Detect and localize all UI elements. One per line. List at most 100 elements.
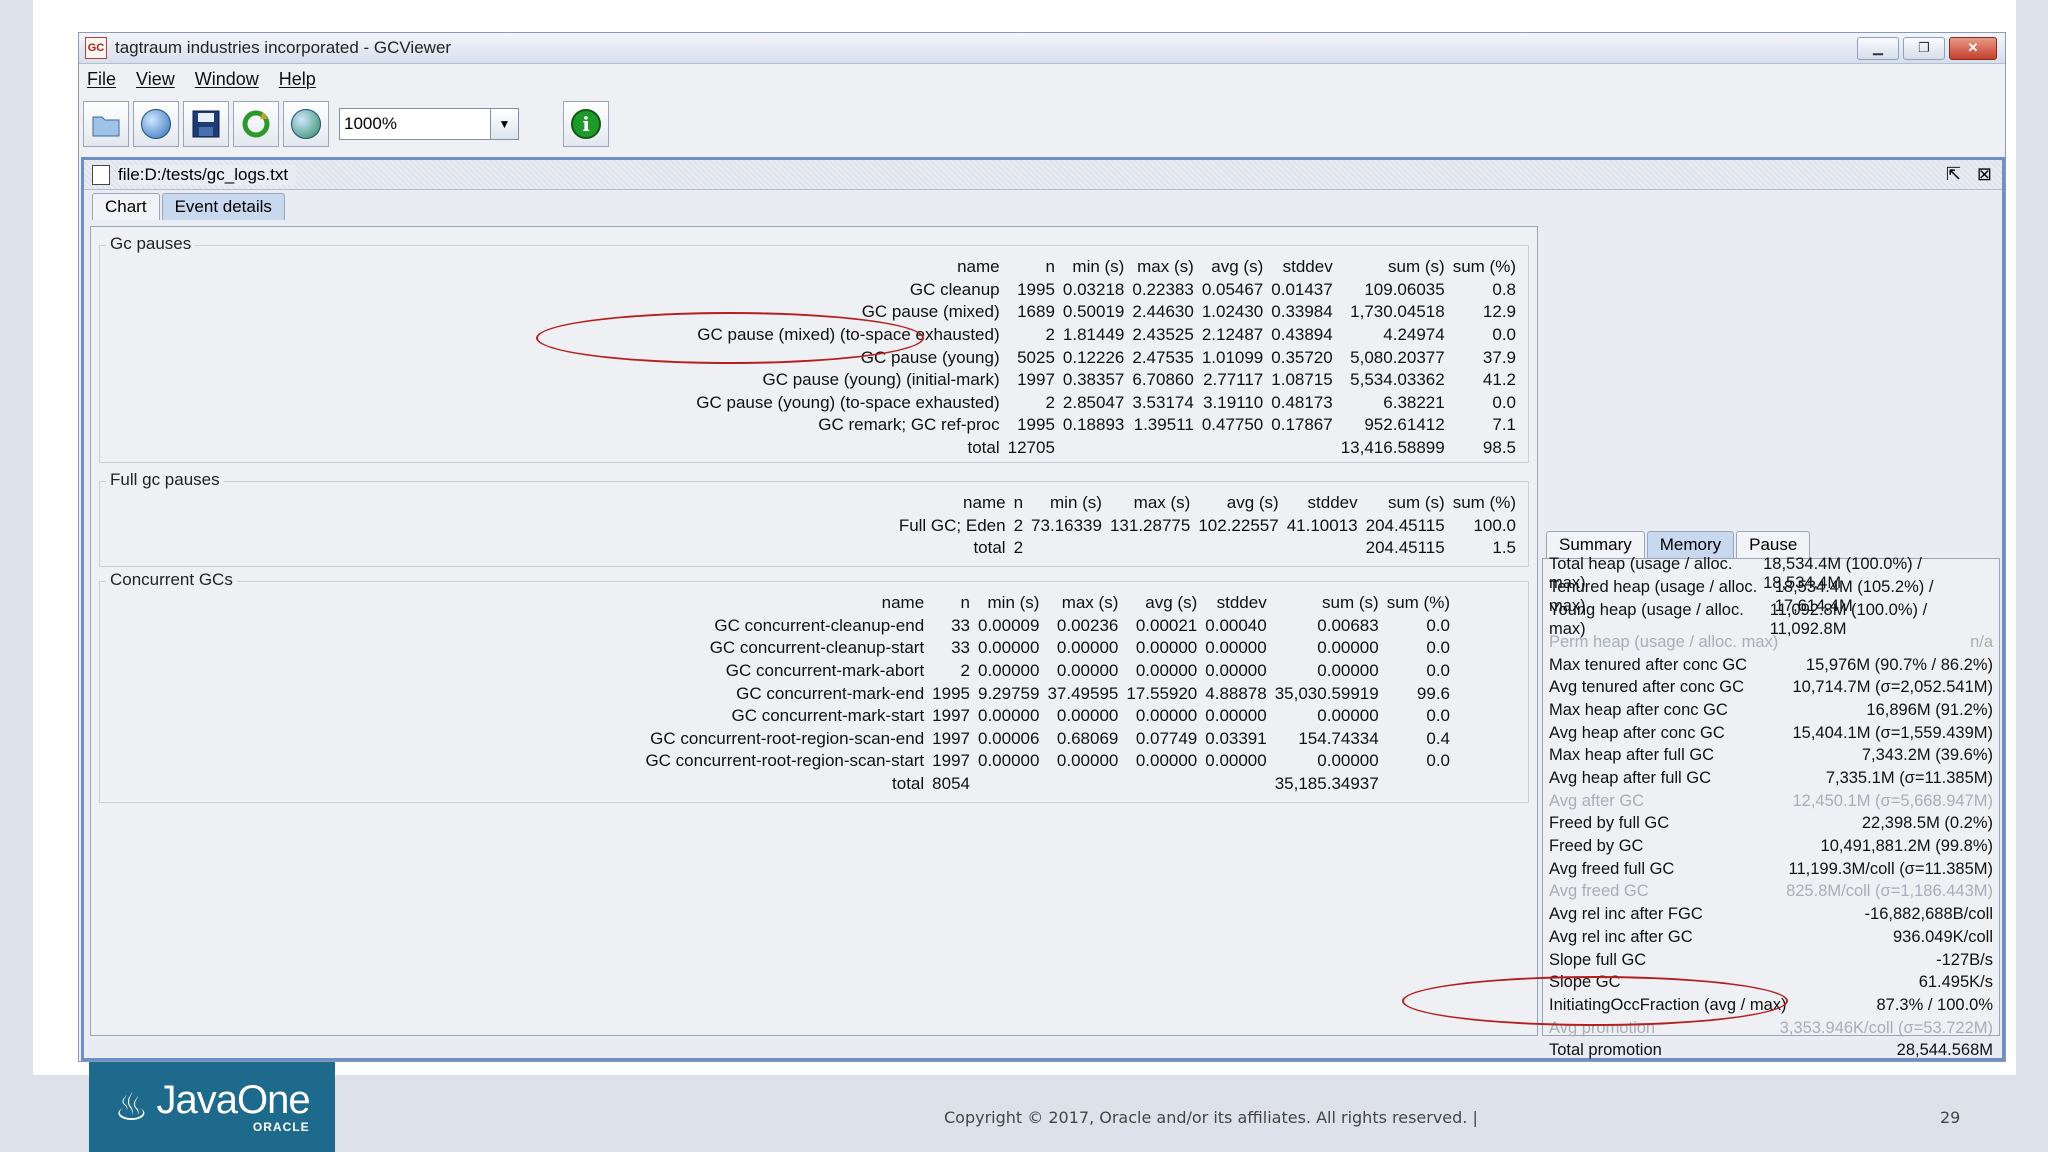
table-cell: 0.00000 [1317, 661, 1379, 681]
concurrent-gcs-title: Concurrent GCs [106, 570, 237, 590]
memory-stat-value: 16,896M (91.2%) [1866, 700, 1993, 719]
table-row: GC pause (young) (initial-mark) 1997 0.383… [692, 369, 1520, 392]
table-cell: GC concurrent-root-region-scan-end [650, 728, 925, 748]
close-document-icon[interactable]: ⊠ [1977, 164, 1992, 185]
column-header: n [960, 593, 970, 613]
menu-help[interactable]: Help [279, 69, 316, 90]
memory-stat-label: Perm heap (usage / alloc. max) [1549, 632, 1779, 651]
table-cell: 2.44630 [1132, 302, 1194, 322]
table-cell: total [973, 538, 1006, 558]
memory-stat-value: 3,353.946K/coll (σ=53.722M) [1779, 1018, 1993, 1037]
table-cell: 33 [951, 638, 970, 658]
table-cell: 0.48173 [1271, 392, 1333, 412]
memory-stat-value: 11,199.3M/coll (σ=11.385M) [1788, 859, 1993, 878]
open-folder-icon [92, 116, 120, 137]
full-gc-pauses-table: name n min (s) max (s) avg (s) stddev sum (s) s… [895, 492, 1520, 560]
tab-memory[interactable]: Memory [1646, 531, 1735, 558]
full-gc-pauses-group: Full gc pauses name n min (s) max (s) avg (s… [99, 470, 1529, 567]
zoom-value: 1000% [344, 114, 397, 133]
table-cell: 0.00000 [1205, 706, 1267, 726]
export-button[interactable] [183, 101, 229, 147]
memory-stat-value: 10,491,881.2M (99.8%) [1820, 837, 1993, 856]
detach-icon[interactable]: ⇱ [1946, 164, 1961, 185]
column-header: stddev [1282, 257, 1333, 277]
table-cell: 37.49595 [1047, 683, 1119, 703]
tab-summary[interactable]: Summary [1546, 531, 1645, 558]
table-cell: 1995 [932, 683, 970, 703]
table-cell: 7.1 [1492, 415, 1516, 435]
zoom-select[interactable]: 1000% ▼ [339, 108, 519, 140]
memory-stat-row: Total promotion 28,544.568M [1549, 1039, 1993, 1062]
logo-subtext: ORACLE [252, 1120, 310, 1134]
restore-button[interactable]: ❐ [1903, 36, 1945, 60]
table-cell: 17.55920 [1126, 683, 1198, 703]
table-cell: 2 [1013, 515, 1024, 535]
memory-stat-row: Freed by GC 10,491,881.2M (99.8%) [1549, 835, 1993, 858]
table-cell: 0.0 [1426, 706, 1450, 726]
table-cell: 5,080.20377 [1350, 347, 1445, 367]
tab-chart[interactable]: Chart [92, 193, 160, 220]
table-cell: 0.47750 [1201, 415, 1264, 435]
table-cell: 1997 [932, 751, 970, 771]
logo-text: JavaOne [156, 1078, 310, 1122]
tab-event-details[interactable]: Event details [161, 193, 285, 220]
table-cell: GC pause (young) (to-space exhausted) [696, 392, 1000, 412]
table-cell: 0.50019 [1062, 302, 1125, 322]
open-file-button[interactable] [83, 101, 129, 147]
memory-stat-value: 825.8M/coll (σ=1,186.443M) [1786, 882, 1993, 901]
table-cell [1043, 773, 1122, 796]
table-cell: 0.00000 [1056, 751, 1119, 771]
memory-stat-row: Max heap after full GC 7,343.2M (39.6%) [1549, 745, 1993, 768]
table-cell: 2.77117 [1203, 370, 1264, 390]
table-cell: 0.00006 [978, 728, 1040, 748]
chevron-down-icon[interactable]: ▼ [490, 109, 518, 139]
minimize-button[interactable]: ▁ [1857, 36, 1899, 60]
full-gc-pauses-title: Full gc pauses [106, 470, 224, 490]
memory-stat-row: Avg freed GC 825.8M/coll (σ=1,186.443M) [1549, 881, 1993, 904]
table-cell: total [967, 438, 1000, 458]
table-cell: 2 [1013, 538, 1024, 558]
table-cell: 0.00000 [1135, 638, 1198, 658]
gc-app-icon: GC [85, 37, 107, 59]
memory-stat-row: Young heap (usage / alloc. max) 11,092.8M… [1549, 601, 1993, 638]
refresh-button[interactable] [233, 101, 279, 147]
table-cell: 0.38357 [1062, 370, 1125, 390]
memory-stat-value: 87.3% / 100.0% [1876, 995, 1994, 1014]
table-cell: 5,534.03362 [1350, 370, 1445, 390]
tab-pause[interactable]: Pause [1736, 531, 1811, 558]
memory-stat-value: -16,882,688B/coll [1864, 905, 1993, 924]
table-cell: 0.00000 [1205, 751, 1267, 771]
table-cell: 4.88878 [1205, 683, 1267, 703]
column-header: min (s) [1072, 257, 1125, 277]
about-button[interactable]: i [563, 101, 609, 147]
watch-button[interactable] [283, 101, 329, 147]
menu-view[interactable]: View [136, 69, 175, 90]
table-cell: 41.10013 [1286, 515, 1358, 535]
memory-stat-value: 15,404.1M (σ=1,559.439M) [1792, 723, 1993, 742]
table-cell: 0.8 [1492, 279, 1516, 299]
table-row: GC remark; GC ref-proc 1995 0.18893 1.39511… [692, 414, 1520, 437]
memory-stat-value: 936.049K/coll [1893, 927, 1993, 946]
menu-file[interactable]: File [87, 69, 116, 90]
open-url-button[interactable] [133, 101, 179, 147]
table-cell: 73.16339 [1031, 515, 1102, 535]
menu-window[interactable]: Window [195, 69, 259, 90]
column-header: avg (s) [1226, 493, 1279, 513]
memory-stat-value: 28,544.568M [1896, 1041, 1993, 1060]
table-cell: 131.28775 [1109, 515, 1191, 535]
memory-stat-row: Avg rel inc after GC 936.049K/coll [1549, 926, 1993, 949]
memory-stat-label: Avg heap after conc GC [1549, 723, 1725, 742]
table-cell: GC concurrent-mark-start [731, 706, 925, 726]
table-cell: 9.29759 [978, 683, 1040, 703]
table-cell: 0.33984 [1271, 302, 1333, 322]
table-cell [1283, 537, 1362, 560]
memory-stat-value: 11,092.8M (100.0%) / 11,092.8M [1769, 600, 1928, 638]
table-cell: 0.17867 [1271, 415, 1333, 435]
table-cell: GC concurrent-mark-end [736, 683, 925, 703]
memory-stat-row: Slope full GC -127B/s [1549, 949, 1993, 972]
memory-stat-value: 7,335.1M (σ=11.385M) [1825, 769, 1993, 788]
table-cell: 0.00000 [1056, 661, 1119, 681]
close-button[interactable]: ✕ [1949, 36, 1997, 60]
table-row: total 2 204.45115 1.5 [895, 537, 1520, 560]
table-cell: GC pause (young) (initial-mark) [762, 370, 1000, 390]
